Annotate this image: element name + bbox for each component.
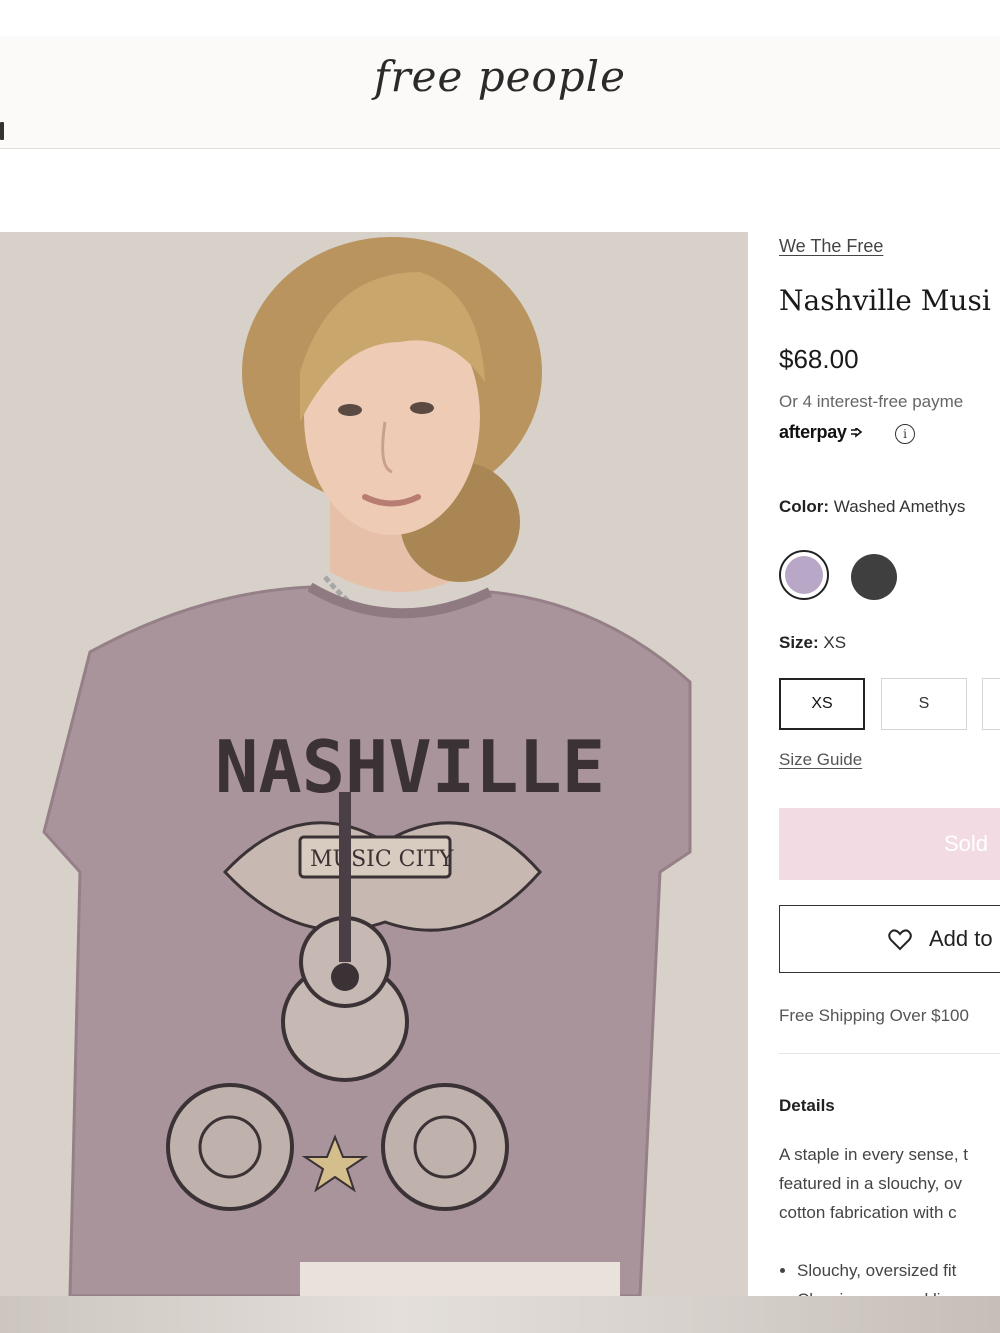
bullet-item: Slouchy, oversized fit [797, 1256, 960, 1285]
tee-headline: NASHVILLE [215, 725, 605, 809]
brand-link[interactable]: We The Free [779, 236, 883, 257]
color-selector-label: Color: Washed Amethys [779, 497, 965, 517]
size-guide-link[interactable]: Size Guide [779, 750, 862, 770]
bottom-blur-strip [0, 1296, 1000, 1333]
sold-out-button[interactable]: Sold [779, 808, 1000, 880]
product-page: free people NASHVILLE MUSIC CITY We The … [0, 0, 1000, 1333]
color-value: Washed Amethys [833, 497, 966, 516]
product-image[interactable]: NASHVILLE MUSIC CITY [0, 232, 748, 1296]
divider [779, 1053, 1000, 1054]
details-bullets: Slouchy, oversized fit Classic crew neck… [779, 1256, 960, 1296]
info-icon[interactable]: i [895, 424, 915, 444]
tee-banner: MUSIC CITY [310, 847, 454, 872]
site-logo[interactable]: free people [0, 52, 1000, 101]
details-heading[interactable]: Details [779, 1096, 835, 1116]
details-line: A staple in every sense, t [779, 1145, 968, 1164]
add-to-wishlist-button[interactable]: Add to [779, 905, 1000, 973]
size-selector-label: Size: XS [779, 633, 846, 653]
product-title: Nashville Musi [779, 284, 991, 317]
color-label: Color: [779, 497, 830, 516]
menu-icon[interactable] [0, 122, 4, 140]
afterpay-wordmark: afterpay [779, 422, 847, 442]
size-button-xs[interactable]: XS [779, 678, 865, 730]
wishlist-label: Add to [929, 926, 993, 951]
color-swatch-washed-amethyst[interactable] [779, 550, 829, 600]
sold-out-label: Sold [944, 831, 989, 856]
product-price: $68.00 [779, 344, 859, 374]
product-photo-illustration: NASHVILLE MUSIC CITY [0, 232, 748, 1296]
details-line: featured in a slouchy, ov [779, 1174, 963, 1193]
details-description: A staple in every sense, t featured in a… [779, 1140, 968, 1227]
details-line: cotton fabrication with c [779, 1203, 957, 1222]
color-swatch-black[interactable] [851, 554, 897, 600]
afterpay-logo[interactable]: afterpay [779, 422, 863, 443]
size-value: XS [823, 633, 847, 652]
top-strip [0, 0, 1000, 36]
size-label: Size: [779, 633, 819, 652]
size-button-m[interactable] [982, 678, 1000, 730]
afterpay-arrows-icon [850, 428, 862, 438]
product-info-panel: We The Free Nashville Musi $68.00 Or 4 i… [779, 232, 1000, 1296]
heart-icon [888, 929, 912, 951]
bullet-item: Classic crew neckline [797, 1285, 960, 1296]
shipping-note: Free Shipping Over $100 [779, 1006, 969, 1025]
size-button-s[interactable]: S [881, 678, 967, 730]
installments-text: Or 4 interest-free payme [779, 392, 964, 411]
